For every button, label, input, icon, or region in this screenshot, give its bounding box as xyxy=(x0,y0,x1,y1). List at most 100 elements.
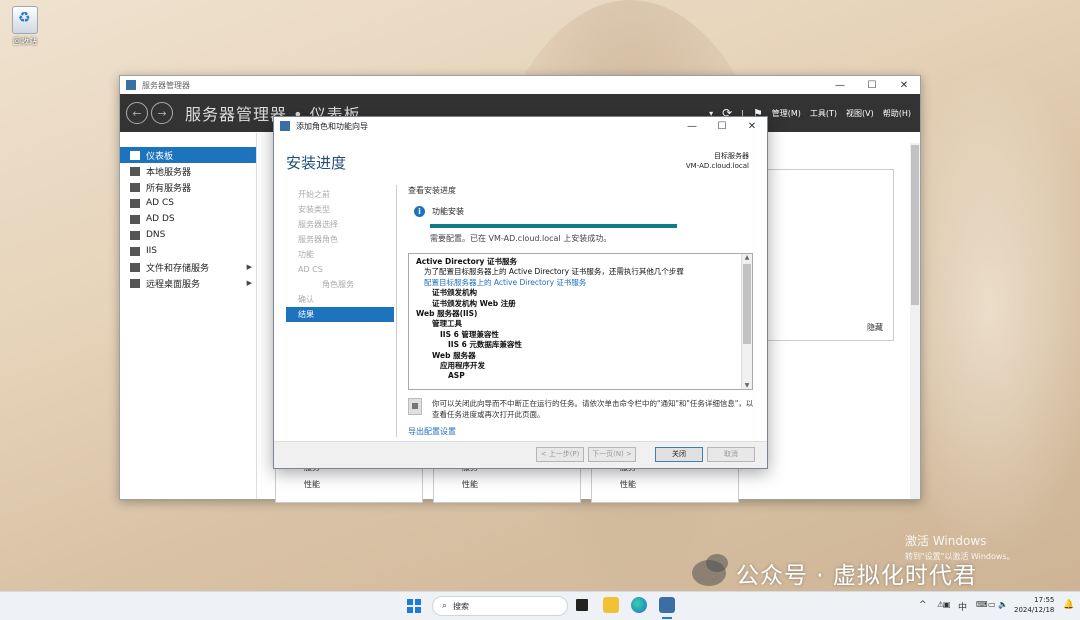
server-icon xyxy=(130,166,140,176)
close-icon[interactable]: ✕ xyxy=(737,121,767,132)
step-adcs: AD CS xyxy=(298,265,323,274)
taskbar: ⌕ 搜索 ^ ⚠ ▣ 中 ⌨ ▭ 🔈 17:55 2024/12/18 🔔 xyxy=(0,591,1080,620)
sidebar-item-local-server[interactable]: 本地服务器 xyxy=(120,163,256,179)
notification-flag-icon xyxy=(408,398,422,415)
volume-icon[interactable]: 🔈 xyxy=(998,600,1008,609)
dashboard-welcome-panel: 隐藏 xyxy=(762,169,894,341)
taskbar-search[interactable]: ⌕ 搜索 xyxy=(432,596,568,616)
clock-time: 17:55 xyxy=(1034,596,1055,604)
target-server-label: 目标服务器 xyxy=(714,152,749,160)
scroll-up-icon[interactable]: ▲ xyxy=(742,254,752,261)
back-arrow-icon[interactable]: ← xyxy=(126,102,148,124)
wizard-titlebar[interactable]: 添加角色和功能向导 — ☐ ✕ xyxy=(274,117,767,135)
tile-performance-label[interactable]: 性能 xyxy=(304,479,320,490)
scroll-down-icon[interactable]: ▼ xyxy=(742,382,752,389)
divider xyxy=(396,185,397,437)
tile-performance-label[interactable]: 性能 xyxy=(462,479,478,490)
page-title: 安装进度 xyxy=(286,154,347,172)
result-line: IIS 6 管理兼容性 xyxy=(440,329,499,339)
watermark: 公众号 · 虚拟化时代君 xyxy=(692,554,977,590)
storage-icon xyxy=(130,262,140,272)
result-line: 证书颁发机构 Web 注册 xyxy=(432,298,516,308)
target-server-name: VM-AD.cloud.local xyxy=(685,162,749,170)
task-view-icon[interactable] xyxy=(576,599,588,611)
configure-adcs-link[interactable]: 配置目标服务器上的 Active Directory 证书服务 xyxy=(416,278,738,288)
forward-arrow-icon[interactable]: → xyxy=(151,102,173,124)
hide-link[interactable]: 隐藏 xyxy=(867,322,883,333)
sidebar-item-remote-desktop[interactable]: 远程桌面服务 ▶ xyxy=(120,275,256,291)
notification-bell-icon[interactable]: 🔔 xyxy=(1063,600,1074,610)
export-config-link[interactable]: 导出配置设置 xyxy=(408,426,754,437)
monitor-icon[interactable]: ▭ xyxy=(988,600,996,609)
wizard-content: 查看安装进度 i 功能安装 需要配置。已在 VM-AD.cloud.local … xyxy=(408,185,754,437)
result-line: 为了配置目标服务器上的 Active Directory 证书服务，还需执行其他… xyxy=(424,267,684,277)
menu-tools[interactable]: 工具(T) xyxy=(810,108,837,119)
server-manager-taskbar-icon[interactable] xyxy=(659,597,675,613)
background-task-note: 你可以关闭此向导而不中断正在运行的任务。请依次单击命令栏中的"通知"和"任务详细… xyxy=(408,398,754,420)
keyboard-icon[interactable]: ⌨ xyxy=(976,600,988,609)
watermark-text: 公众号 · 虚拟化时代君 xyxy=(736,563,977,589)
ime-indicator[interactable]: 中 xyxy=(958,600,967,613)
edge-browser-icon[interactable] xyxy=(631,597,647,613)
note-line-1: 你可以关闭此向导而不中断正在运行的任务。请依次单击命令栏中的"通知"和"任务详细… xyxy=(432,399,754,408)
tile-performance-label[interactable]: 性能 xyxy=(620,479,636,490)
wizard-title: 添加角色和功能向导 xyxy=(296,121,368,131)
close-icon[interactable]: ✕ xyxy=(888,80,920,91)
minimize-icon[interactable]: — xyxy=(824,80,856,91)
step-results[interactable]: 结果 xyxy=(286,307,394,322)
view-progress-caption: 查看安装进度 xyxy=(408,186,456,195)
sidebar-item-storage[interactable]: 文件和存储服务 ▶ xyxy=(120,259,256,275)
result-line: Web 服务器 xyxy=(432,350,476,360)
wizard-app-icon xyxy=(280,121,290,131)
step-server-roles: 服务器角色 xyxy=(298,235,338,244)
menu-help[interactable]: 帮助(H) xyxy=(883,108,911,119)
close-button[interactable]: 关闭 xyxy=(655,447,703,462)
maximize-icon[interactable]: ☐ xyxy=(856,80,888,91)
activation-title: 激活 Windows xyxy=(905,534,987,548)
file-explorer-icon[interactable] xyxy=(603,597,619,613)
result-line: 管理工具 xyxy=(432,319,462,329)
step-before-you-begin: 开始之前 xyxy=(298,190,330,199)
next-button[interactable]: 下一页(N) > xyxy=(588,447,636,462)
note-line-2: 查看任务进度或再次打开此页面。 xyxy=(432,410,545,419)
recycle-bin-icon xyxy=(12,6,38,34)
scrollbar-thumb[interactable] xyxy=(911,145,919,305)
server-manager-sidebar: 仪表板 本地服务器 所有服务器 AD CS AD DS DNS IIS 文件和存… xyxy=(120,147,256,291)
result-line: Web 服务器(IIS) xyxy=(416,308,478,318)
step-confirmation: 确认 xyxy=(298,295,314,304)
step-role-services: 角色服务 xyxy=(322,280,354,289)
recycle-bin-desktop-icon[interactable]: 回收站 xyxy=(8,6,42,47)
system-clock[interactable]: 17:55 2024/12/18 xyxy=(1014,595,1054,615)
cancel-button[interactable]: 取消 xyxy=(707,447,755,462)
server-manager-scrollbar[interactable] xyxy=(910,143,920,499)
maximize-icon[interactable]: ☐ xyxy=(707,121,737,132)
menu-view[interactable]: 视图(V) xyxy=(846,108,874,119)
result-line: IIS 6 元数据库兼容性 xyxy=(448,340,522,350)
results-list[interactable]: Active Directory 证书服务 为了配置目标服务器上的 Active … xyxy=(408,253,753,390)
previous-button[interactable]: < 上一步(P) xyxy=(536,447,584,462)
server-manager-titlebar[interactable]: 服务器管理器 — ☐ ✕ xyxy=(120,76,920,94)
menu-manage[interactable]: 管理(M) xyxy=(772,108,801,119)
wechat-logo-icon xyxy=(692,554,728,586)
sidebar-item-iis[interactable]: IIS xyxy=(120,243,256,259)
results-scrollbar[interactable]: ▲ ▼ xyxy=(741,254,752,389)
sidebar-item-dns[interactable]: DNS xyxy=(120,227,256,243)
expand-arrow-icon[interactable]: ▶ xyxy=(247,279,252,287)
result-line: ASP xyxy=(448,371,465,381)
sidebar-item-all-servers[interactable]: 所有服务器 xyxy=(120,179,256,195)
dashboard-icon xyxy=(130,150,140,160)
sidebar-item-adds[interactable]: AD DS xyxy=(120,211,256,227)
start-button[interactable] xyxy=(407,599,421,613)
scrollbar-thumb[interactable] xyxy=(743,264,751,344)
sidebar-item-adcs[interactable]: AD CS xyxy=(120,195,256,211)
sidebar-item-dashboard[interactable]: 仪表板 xyxy=(120,147,256,163)
search-placeholder: 搜索 xyxy=(453,601,470,611)
progress-fill xyxy=(430,224,677,228)
recycle-bin-label: 回收站 xyxy=(13,37,37,46)
tray-app-icon[interactable]: ▣ xyxy=(943,600,951,609)
chevron-up-icon[interactable]: ^ xyxy=(919,600,927,610)
step-installation-type: 安装类型 xyxy=(298,205,330,214)
minimize-icon[interactable]: — xyxy=(677,121,707,132)
expand-arrow-icon[interactable]: ▶ xyxy=(247,263,252,271)
iis-icon xyxy=(130,246,140,256)
